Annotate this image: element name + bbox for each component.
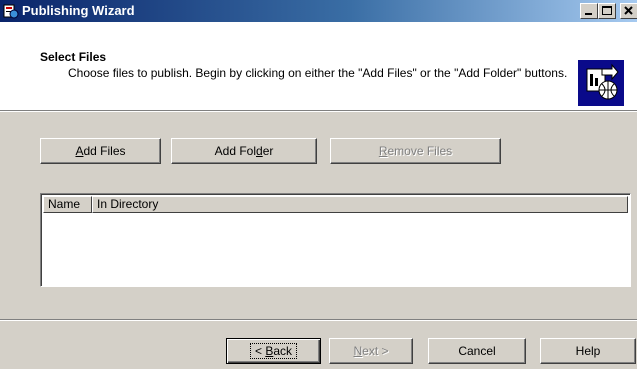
remove-files-button[interactable]: Remove Files	[330, 138, 501, 164]
column-header-in-directory[interactable]: In Directory	[92, 196, 628, 213]
page-title: Select Files	[40, 50, 107, 64]
add-folder-button[interactable]: Add Folder	[171, 138, 317, 164]
app-icon	[3, 4, 19, 19]
back-button[interactable]: < Back	[226, 338, 321, 364]
next-button[interactable]: Next >	[329, 338, 413, 364]
next-label: Next >	[353, 344, 389, 358]
publish-web-icon	[578, 60, 624, 106]
close-icon	[624, 6, 633, 15]
page-description: Choose files to publish. Begin by clicki…	[68, 66, 568, 80]
header-separator-highlight	[0, 111, 637, 112]
window-title: Publishing Wizard	[22, 3, 135, 18]
add-files-button[interactable]: Add Files	[40, 138, 161, 164]
column-header-name[interactable]: Name	[43, 196, 92, 213]
minimize-button[interactable]	[580, 3, 598, 19]
file-list[interactable]: Name In Directory	[40, 193, 631, 287]
close-button[interactable]	[620, 3, 637, 19]
remove-files-label: Remove Files	[378, 144, 453, 158]
maximize-button[interactable]	[598, 3, 616, 19]
add-files-label: Add Files	[75, 144, 126, 158]
cancel-button[interactable]: Cancel	[428, 338, 526, 364]
maximize-icon	[602, 6, 612, 15]
wizard-header: Select Files Choose files to publish. Be…	[0, 22, 637, 110]
add-folder-label: Add Folder	[214, 144, 274, 158]
minimize-icon	[585, 13, 592, 15]
help-label: Help	[575, 344, 601, 358]
title-bar[interactable]: Publishing Wizard	[0, 0, 637, 22]
footer-separator-highlight	[0, 320, 637, 321]
help-button[interactable]: Help	[540, 338, 636, 364]
back-label: < Back	[249, 343, 298, 359]
cancel-label: Cancel	[458, 344, 496, 358]
